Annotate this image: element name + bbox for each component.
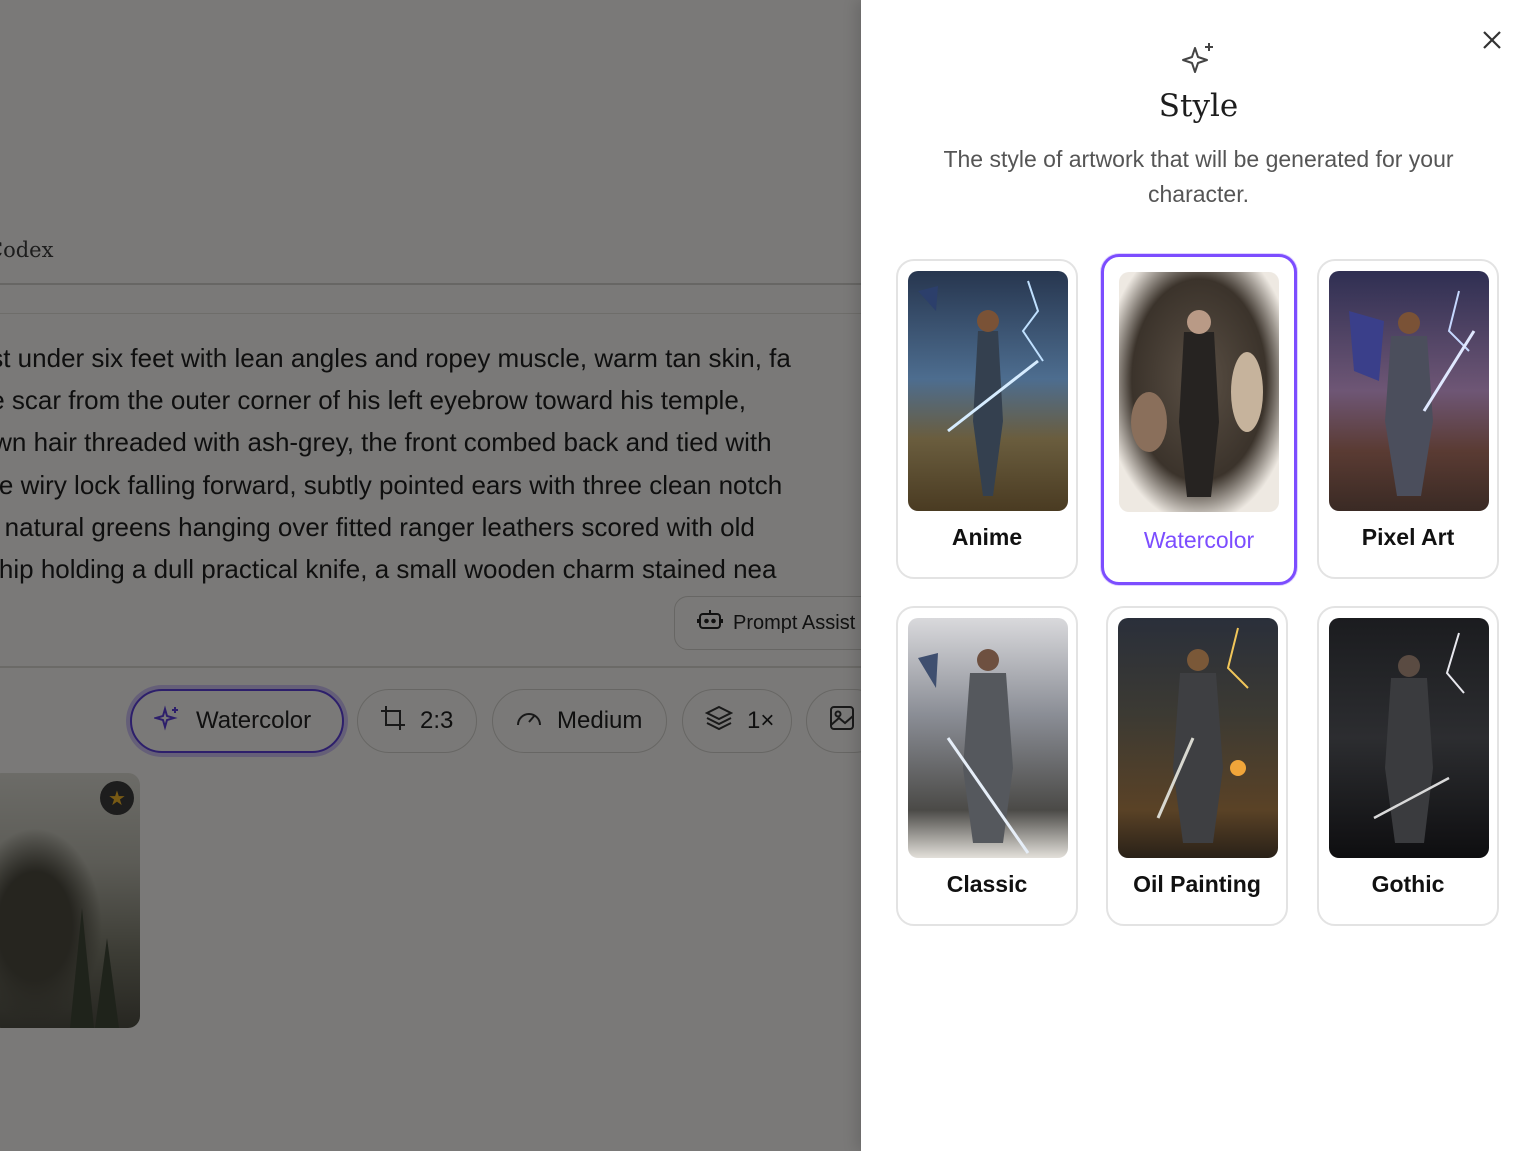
background-app: Codex just under six feet with lean angl…	[0, 0, 861, 1151]
oil-painting-preview-image	[1118, 618, 1278, 858]
style-card-classic[interactable]: Classic	[896, 606, 1078, 926]
close-button[interactable]	[1478, 28, 1506, 56]
style-card-gothic[interactable]: Gothic	[1317, 606, 1499, 926]
style-card-oil-painting[interactable]: Oil Painting	[1106, 606, 1288, 926]
style-card-label: Oil Painting	[1133, 871, 1261, 897]
sparkles-icon	[1180, 40, 1218, 78]
style-card-pixel-art[interactable]: Pixel Art	[1317, 259, 1499, 579]
panel-title: Style	[1158, 88, 1239, 124]
style-card-label: Anime	[951, 524, 1023, 550]
anime-preview-image	[908, 271, 1068, 511]
style-card-label: Pixel Art	[1361, 524, 1455, 550]
classic-preview-image	[908, 618, 1068, 858]
style-card-anime[interactable]: Anime	[896, 259, 1078, 579]
watercolor-preview-image	[1119, 272, 1279, 512]
pixel-art-preview-image	[1329, 271, 1489, 511]
style-card-label: Watercolor	[1143, 527, 1255, 553]
panel-description: The style of artwork that will be genera…	[943, 146, 1454, 207]
style-card-label: Classic	[946, 871, 1028, 897]
close-icon	[1482, 30, 1502, 54]
style-card-label: Gothic	[1371, 871, 1445, 897]
style-card-watercolor[interactable]: Watercolor	[1101, 254, 1297, 585]
modal-overlay[interactable]	[0, 0, 861, 1151]
gothic-preview-image	[1329, 618, 1489, 858]
style-panel: Style The style of artwork that will be …	[861, 0, 1536, 1151]
